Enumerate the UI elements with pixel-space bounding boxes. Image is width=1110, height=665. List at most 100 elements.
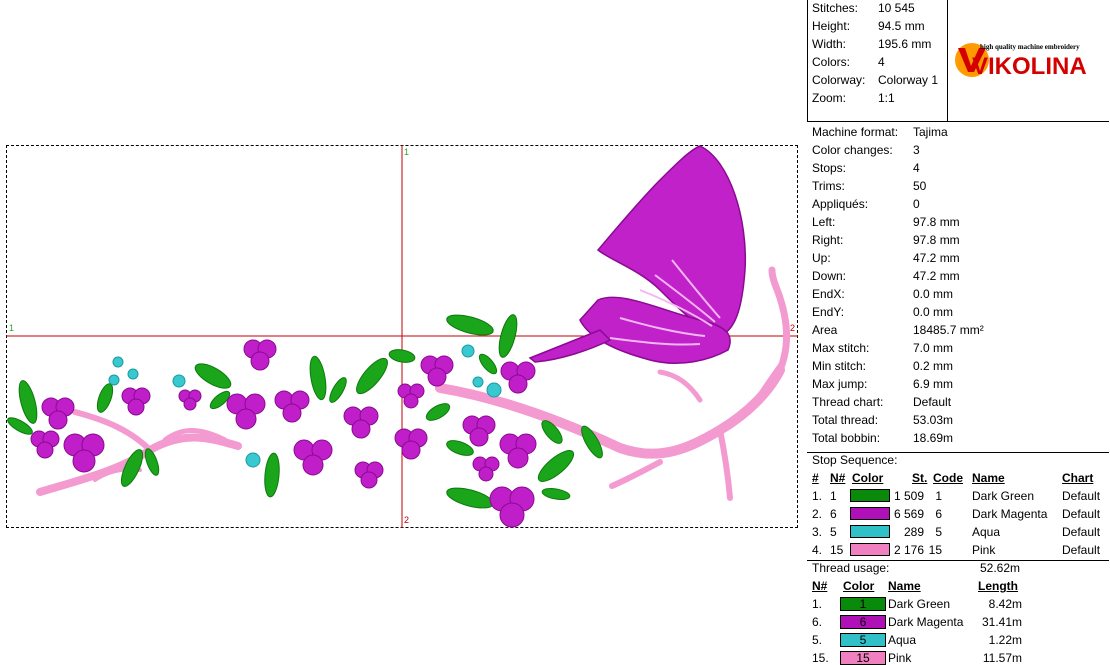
machine-info-value: 97.8 mm <box>913 233 960 247</box>
stitches-label: Stitches: <box>812 1 859 15</box>
header-bottom-border <box>807 121 1109 122</box>
color-swatch <box>850 543 890 556</box>
machine-info-label: Thread chart: <box>812 395 884 409</box>
machine-info-label: Trims: <box>812 179 845 193</box>
stop-n: 6 <box>830 507 837 521</box>
stop-chart: Default <box>1062 507 1101 521</box>
stop-code: 1 <box>935 489 942 503</box>
stop-num: 3. <box>812 525 823 539</box>
color-swatch: 5 <box>840 633 886 647</box>
machine-info-value: 7.0 mm <box>913 341 954 355</box>
stop-name: Aqua <box>972 525 1001 539</box>
machine-info-value: 0.0 mm <box>913 305 954 319</box>
vikolina-logo: high quality machine embroidery VIKOLINA <box>948 36 1110 86</box>
stop-name: Dark Green <box>972 489 1035 503</box>
usage-length: 11.57m <box>982 651 1022 665</box>
machine-info-label: Machine format: <box>812 125 899 139</box>
stop-chart: Default <box>1062 543 1101 557</box>
colorway-label: Colorway: <box>812 73 866 87</box>
stop-n: 5 <box>830 525 837 539</box>
machine-info-value: 18485.7 mm² <box>913 323 984 337</box>
color-swatch <box>850 525 890 538</box>
stop-num: 1. <box>812 489 823 503</box>
height-value: 94.5 mm <box>878 19 925 33</box>
colors-value: 4 <box>878 55 885 69</box>
machine-info-value: 53.03m <box>913 413 954 427</box>
stop-chart: Default <box>1062 525 1101 539</box>
thread-usage-value: 52.62m <box>980 561 1021 575</box>
machine-info-label: EndX: <box>812 287 845 301</box>
machine-info-label: EndY: <box>812 305 845 319</box>
axis-label-left: 1 <box>9 323 15 333</box>
embroidery-design <box>6 145 798 528</box>
usage-n: 1. <box>812 597 823 611</box>
machine-info-value: Default <box>913 395 952 409</box>
stop-num: 2. <box>812 507 823 521</box>
usage-length: 1.22m <box>988 633 1022 647</box>
colors-label: Colors: <box>812 55 851 69</box>
zoom-value: 1:1 <box>878 91 895 105</box>
design-canvas: 1 1 2 2 <box>0 0 805 664</box>
design-info-panel: Stitches: 10 545 Height: 94.5 mm Width: 195… <box>806 0 1110 665</box>
usage-length: 31.41m <box>981 615 1022 629</box>
colorway-value: Colorway 1 <box>878 73 939 87</box>
usage-length: 8.42m <box>988 597 1022 611</box>
machine-info-label: Total bobbin: <box>812 431 881 445</box>
machine-info-label: Total thread: <box>812 413 879 427</box>
machine-info-value: 0.2 mm <box>913 359 954 373</box>
logo-brand: VIKOLINA <box>972 53 1087 80</box>
usage-name: Dark Green <box>888 597 951 611</box>
machine-info-label: Area <box>812 323 838 337</box>
usage-n: 5. <box>812 633 823 647</box>
stop-n: 15 <box>830 543 844 557</box>
machine-info-label: Stops: <box>812 161 847 175</box>
stop-code: 15 <box>928 543 942 557</box>
usage-name: Dark Magenta <box>888 615 964 629</box>
stop-n: 1 <box>830 489 837 503</box>
machine-info-label: Appliqués: <box>812 197 869 211</box>
machine-info-value: 3 <box>913 143 920 157</box>
machine-info-label: Max stitch: <box>812 341 870 355</box>
stitches-value: 10 545 <box>878 1 915 15</box>
machine-info-label: Color changes: <box>812 143 893 157</box>
machine-info-value: 97.8 mm <box>913 215 960 229</box>
stop-code: 6 <box>935 507 942 521</box>
color-swatch: 15 <box>840 651 886 665</box>
machine-info-label: Max jump: <box>812 377 868 391</box>
machine-info-value: 6.9 mm <box>913 377 954 391</box>
machine-info-value: 50 <box>913 179 927 193</box>
machine-info-value: 0 <box>913 197 920 211</box>
usage-n: 6. <box>812 615 823 629</box>
width-value: 195.6 mm <box>878 37 932 51</box>
machine-info-label: Right: <box>812 233 844 247</box>
color-swatch: 6 <box>840 615 886 629</box>
machine-info-value: Tajima <box>913 125 948 139</box>
machine-info-label: Down: <box>812 269 847 283</box>
usage-name: Pink <box>888 651 912 665</box>
width-label: Width: <box>812 37 847 51</box>
usage-name: Aqua <box>888 633 917 647</box>
machine-info-value: 18.69m <box>913 431 954 445</box>
machine-info-value: 4 <box>913 161 920 175</box>
machine-info-value: 47.2 mm <box>913 251 960 265</box>
axis-label-right: 2 <box>790 323 796 333</box>
height-label: Height: <box>812 19 851 33</box>
machine-info-value: 47.2 mm <box>913 269 960 283</box>
color-swatch <box>850 489 890 502</box>
stop-code: 5 <box>935 525 942 539</box>
butterfly <box>528 145 747 365</box>
stop-num: 4. <box>812 543 823 557</box>
logo-tagline: high quality machine embroidery <box>980 43 1080 51</box>
axis-label-bottom: 2 <box>404 515 410 525</box>
stop-name: Dark Magenta <box>972 507 1048 521</box>
machine-info-value: 0.0 mm <box>913 287 954 301</box>
panel-left-border <box>807 0 808 121</box>
axis-label-top: 1 <box>404 147 410 157</box>
color-swatch: 1 <box>840 597 886 611</box>
machine-info-label: Min stitch: <box>812 359 867 373</box>
usage-n: 15. <box>812 651 829 665</box>
stop-chart: Default <box>1062 489 1101 503</box>
zoom-label: Zoom: <box>812 91 847 105</box>
machine-info-label: Left: <box>812 215 836 229</box>
thread-usage-label: Thread usage: <box>812 561 890 575</box>
